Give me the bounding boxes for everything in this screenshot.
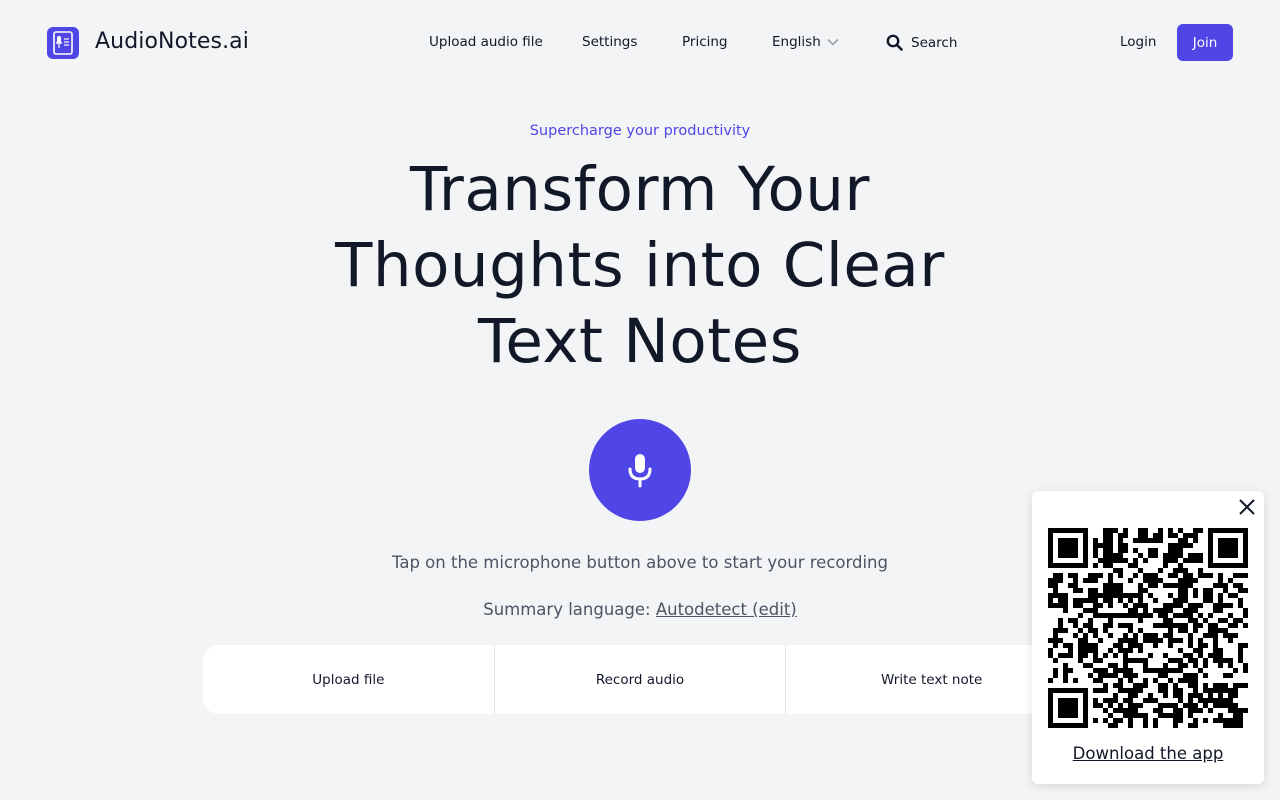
language-label: English [772,34,821,50]
action-bar: Upload file Record audio Write text note [203,645,1077,714]
chevron-down-icon [827,38,839,46]
page-title: Transform Your Thoughts into Clear Text … [335,154,945,377]
search-icon [886,34,903,51]
search-label: Search [911,34,958,51]
nav-pricing[interactable]: Pricing [682,34,728,50]
upload-file-button[interactable]: Upload file [203,645,495,714]
download-app-link[interactable]: Download the app [1032,744,1264,763]
nav-settings[interactable]: Settings [582,34,637,50]
summary-language-edit-link[interactable]: Autodetect (edit) [656,600,797,619]
site-header: AudioNotes.ai Upload audio file Settings… [0,0,1280,86]
close-icon[interactable] [1237,497,1257,517]
qr-code-icon [1048,528,1248,728]
nav-upload-audio-file[interactable]: Upload audio file [429,34,543,50]
app-logo-icon[interactable] [47,27,79,59]
join-button[interactable]: Join [1177,24,1233,61]
record-audio-button[interactable]: Record audio [495,645,787,714]
microphone-icon [628,454,652,488]
login-link[interactable]: Login [1120,34,1156,50]
record-microphone-button[interactable] [589,419,691,521]
hero-tagline: Supercharge your productivity [529,123,751,139]
summary-language-label: Summary language: [483,600,656,619]
brand-name[interactable]: AudioNotes.ai [95,29,249,54]
language-dropdown[interactable]: English [772,34,839,50]
search-button[interactable]: Search [886,34,957,51]
